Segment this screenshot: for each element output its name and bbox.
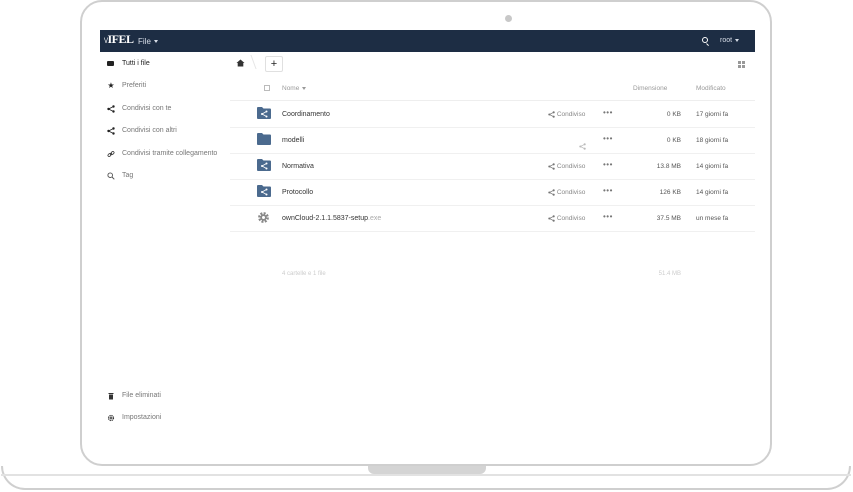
sidebar-item-favorites[interactable]: ★ Preferiti (100, 77, 230, 95)
sidebar-item-shared-with-you[interactable]: Condivisi con te (100, 100, 230, 118)
gear-icon (107, 414, 115, 422)
more-actions-icon[interactable]: ••• (603, 109, 613, 117)
share-action[interactable]: Condiviso (548, 215, 585, 222)
caret-down-icon (153, 40, 158, 44)
search-icon (107, 172, 115, 180)
files-summary: 4 cartelle e 1 file (282, 271, 326, 277)
folder-icon (257, 133, 271, 145)
sidebar-item-shared-by-link[interactable]: Condivisi tramite collegamento (100, 145, 230, 163)
home-icon[interactable] (236, 59, 245, 69)
laptop-notch (368, 466, 486, 474)
file-list-area: + Nome Dimensione Modificato Coordinamen… (230, 52, 755, 438)
caret-down-icon (735, 38, 740, 42)
header-bar: \/IFEL File root (100, 30, 755, 52)
sort-caret-icon (302, 86, 307, 90)
share-action[interactable]: Condiviso (548, 163, 585, 170)
gear-icon (257, 211, 271, 223)
more-actions-icon[interactable]: ••• (603, 135, 613, 143)
share-action[interactable]: Condiviso (548, 111, 585, 118)
file-size: 0 KB (666, 137, 681, 144)
table-header: Nome Dimensione Modificato (230, 76, 755, 101)
star-icon: ★ (107, 81, 115, 90)
table-row[interactable]: Normativa Condiviso ••• 13.8 MB 14 giorn… (230, 153, 755, 180)
shared-folder-icon (257, 107, 271, 119)
link-icon (107, 150, 115, 158)
file-name[interactable]: Protocollo (282, 189, 313, 196)
table-row[interactable]: Protocollo Condiviso ••• 126 KB 14 giorn… (230, 179, 755, 206)
share-icon (107, 127, 115, 135)
files-summary-size: 51.4 MB (658, 271, 681, 277)
file-modified: 18 giorni fa (696, 137, 729, 144)
file-size: 0 KB (666, 111, 681, 118)
file-name[interactable]: Normativa (282, 163, 314, 170)
column-size[interactable]: Dimensione (633, 85, 667, 92)
table-row[interactable]: modelli ••• 0 KB 18 giorni fa (230, 127, 755, 154)
more-actions-icon[interactable]: ••• (603, 213, 613, 221)
sidebar-item-deleted-files[interactable]: File eliminati (100, 387, 230, 405)
app-menu[interactable]: File (138, 37, 158, 46)
sidebar-item-all-files[interactable]: Tutti i file (100, 55, 230, 73)
shared-folder-icon (257, 159, 271, 171)
file-modified: 14 giorni fa (696, 163, 729, 170)
file-modified: un mese fa (696, 215, 729, 222)
sidebar-item-tags[interactable]: Tag (100, 167, 230, 185)
screen: \/IFEL File root Tutti i file ★ Preferit… (100, 30, 755, 438)
search-icon[interactable] (702, 37, 708, 43)
file-name[interactable]: ownCloud-2.1.1.5837-setup.exe (282, 215, 381, 222)
file-size: 37.5 MB (656, 215, 681, 222)
trash-icon (107, 392, 115, 400)
table-row[interactable]: ownCloud-2.1.1.5837-setup.exe Condiviso … (230, 205, 755, 232)
sidebar-item-shared-with-others[interactable]: Condivisi con altri (100, 122, 230, 140)
sidebar-item-settings[interactable]: Impostazioni (100, 409, 230, 427)
camera-dot (505, 15, 512, 22)
breadcrumb-separator (249, 55, 257, 69)
file-name[interactable]: modelli (282, 137, 304, 144)
column-modified[interactable]: Modificato (696, 85, 726, 92)
user-menu[interactable]: root (720, 37, 740, 44)
file-size: 126 KB (659, 189, 681, 196)
logo[interactable]: \/IFEL (104, 32, 134, 47)
file-modified: 14 giorni fa (696, 189, 729, 196)
file-size: 13.8 MB (656, 163, 681, 170)
new-button[interactable]: + (265, 56, 283, 72)
more-actions-icon[interactable]: ••• (603, 187, 613, 195)
column-name[interactable]: Nome (282, 85, 307, 92)
sidebar: Tutti i file ★ Preferiti Condivisi con t… (100, 52, 230, 438)
grid-view-icon[interactable] (738, 61, 746, 69)
share-action[interactable]: Condiviso (548, 189, 585, 196)
folder-icon (107, 60, 115, 68)
table-row[interactable]: Coordinamento Condiviso ••• 0 KB 17 gior… (230, 101, 755, 128)
shared-folder-icon (257, 185, 271, 197)
file-name[interactable]: Coordinamento (282, 111, 330, 118)
share-icon (107, 105, 115, 113)
more-actions-icon[interactable]: ••• (603, 161, 613, 169)
file-modified: 17 giorni fa (696, 111, 729, 118)
select-all-checkbox[interactable] (264, 85, 270, 91)
